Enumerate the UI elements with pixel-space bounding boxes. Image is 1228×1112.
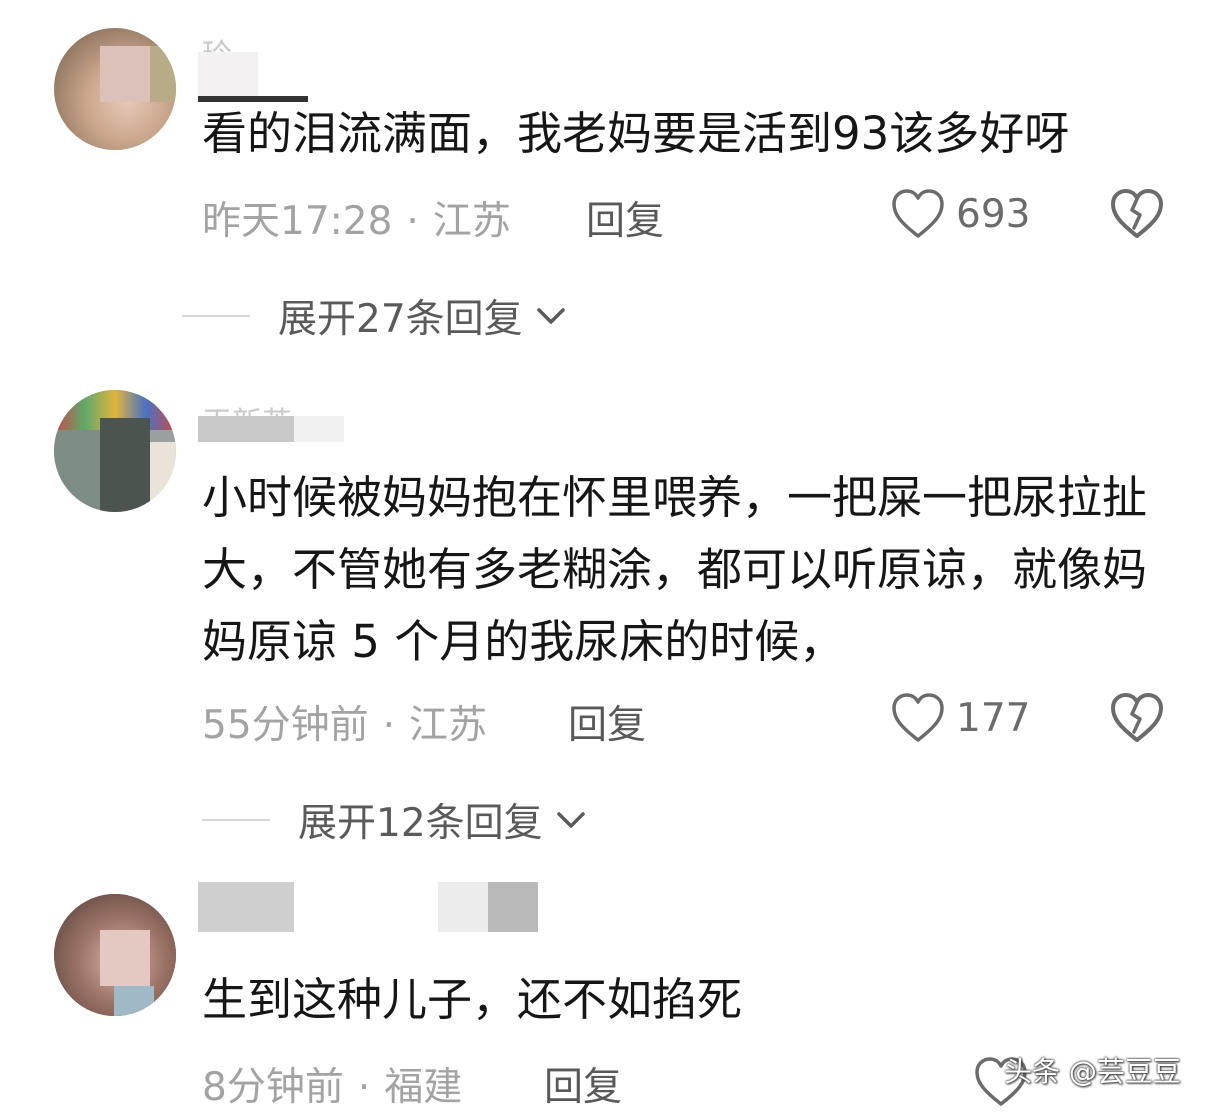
like-button[interactable]: 693 [890, 186, 1030, 242]
reply-button[interactable]: 回复 [586, 190, 664, 246]
comment-time: 8分钟前 [202, 1065, 344, 1110]
meta-separator: · [406, 199, 419, 244]
comment-location: 福建 [384, 1065, 463, 1110]
username-blur [198, 882, 558, 932]
comment-item: 王新英 小时候被妈妈抱在怀里喂养，一把屎一把尿拉扯大，不管她有多老糊涂，都可以听… [0, 360, 1228, 860]
username-blur [198, 52, 398, 102]
reply-button[interactable]: 回复 [544, 1056, 622, 1112]
broken-heart-icon [1111, 189, 1163, 238]
like-button[interactable]: 177 [890, 690, 1030, 746]
username-blur [198, 416, 348, 460]
like-count: 693 [956, 191, 1031, 237]
avatar[interactable] [54, 894, 176, 1016]
dislike-button[interactable] [1108, 186, 1166, 242]
comment-time: 昨天17:28 [202, 199, 393, 244]
expand-replies-button[interactable]: 展开27条回复 [182, 288, 569, 344]
expand-replies-label: 展开12条回复 [298, 801, 543, 846]
chevron-down-icon [536, 308, 565, 324]
comment-location: 江苏 [432, 199, 511, 244]
comment-location: 江苏 [409, 703, 488, 748]
expand-replies-label: 展开27条回复 [278, 297, 523, 342]
reply-button[interactable]: 回复 [568, 694, 646, 750]
comment-text: 生到这种儿子，还不如掐死 [202, 973, 743, 1026]
watermark: 头条 @芸豆豆 [1004, 1055, 1181, 1088]
dislike-button[interactable] [1108, 690, 1166, 746]
username[interactable]: 王新英 [202, 398, 292, 416]
meta-separator: · [357, 1065, 371, 1110]
expand-replies-button[interactable]: 展开12条回复 [202, 792, 589, 848]
comment-meta: 55分钟前 · 江苏 [202, 694, 487, 750]
username[interactable]: 玲 [202, 30, 232, 52]
comment-text: 看的泪流满面，我老妈要是活到93该多好呀 [202, 107, 1070, 160]
divider-line [202, 819, 270, 821]
avatar[interactable] [54, 28, 176, 150]
comment-meta: 8分钟前 · 福建 [202, 1056, 462, 1112]
heart-outline-icon [892, 693, 944, 742]
divider-line [182, 315, 250, 317]
like-count: 177 [956, 695, 1031, 741]
heart-outline-icon [892, 189, 944, 238]
chevron-down-icon [556, 812, 585, 828]
avatar[interactable] [54, 390, 176, 512]
comment-text: 小时候被妈妈抱在怀里喂养，一把屎一把尿拉扯大，不管她有多老糊涂，都可以听原谅，就… [202, 471, 1148, 668]
broken-heart-icon [1111, 693, 1163, 742]
comment-time: 55分钟前 [202, 703, 369, 748]
comment-item: 玲 看的泪流满面，我老妈要是活到93该多好呀 昨天17:28 · 江苏 回复 693… [0, 0, 1228, 360]
comment-meta: 昨天17:28 · 江苏 [202, 190, 511, 246]
meta-separator: · [382, 703, 396, 748]
